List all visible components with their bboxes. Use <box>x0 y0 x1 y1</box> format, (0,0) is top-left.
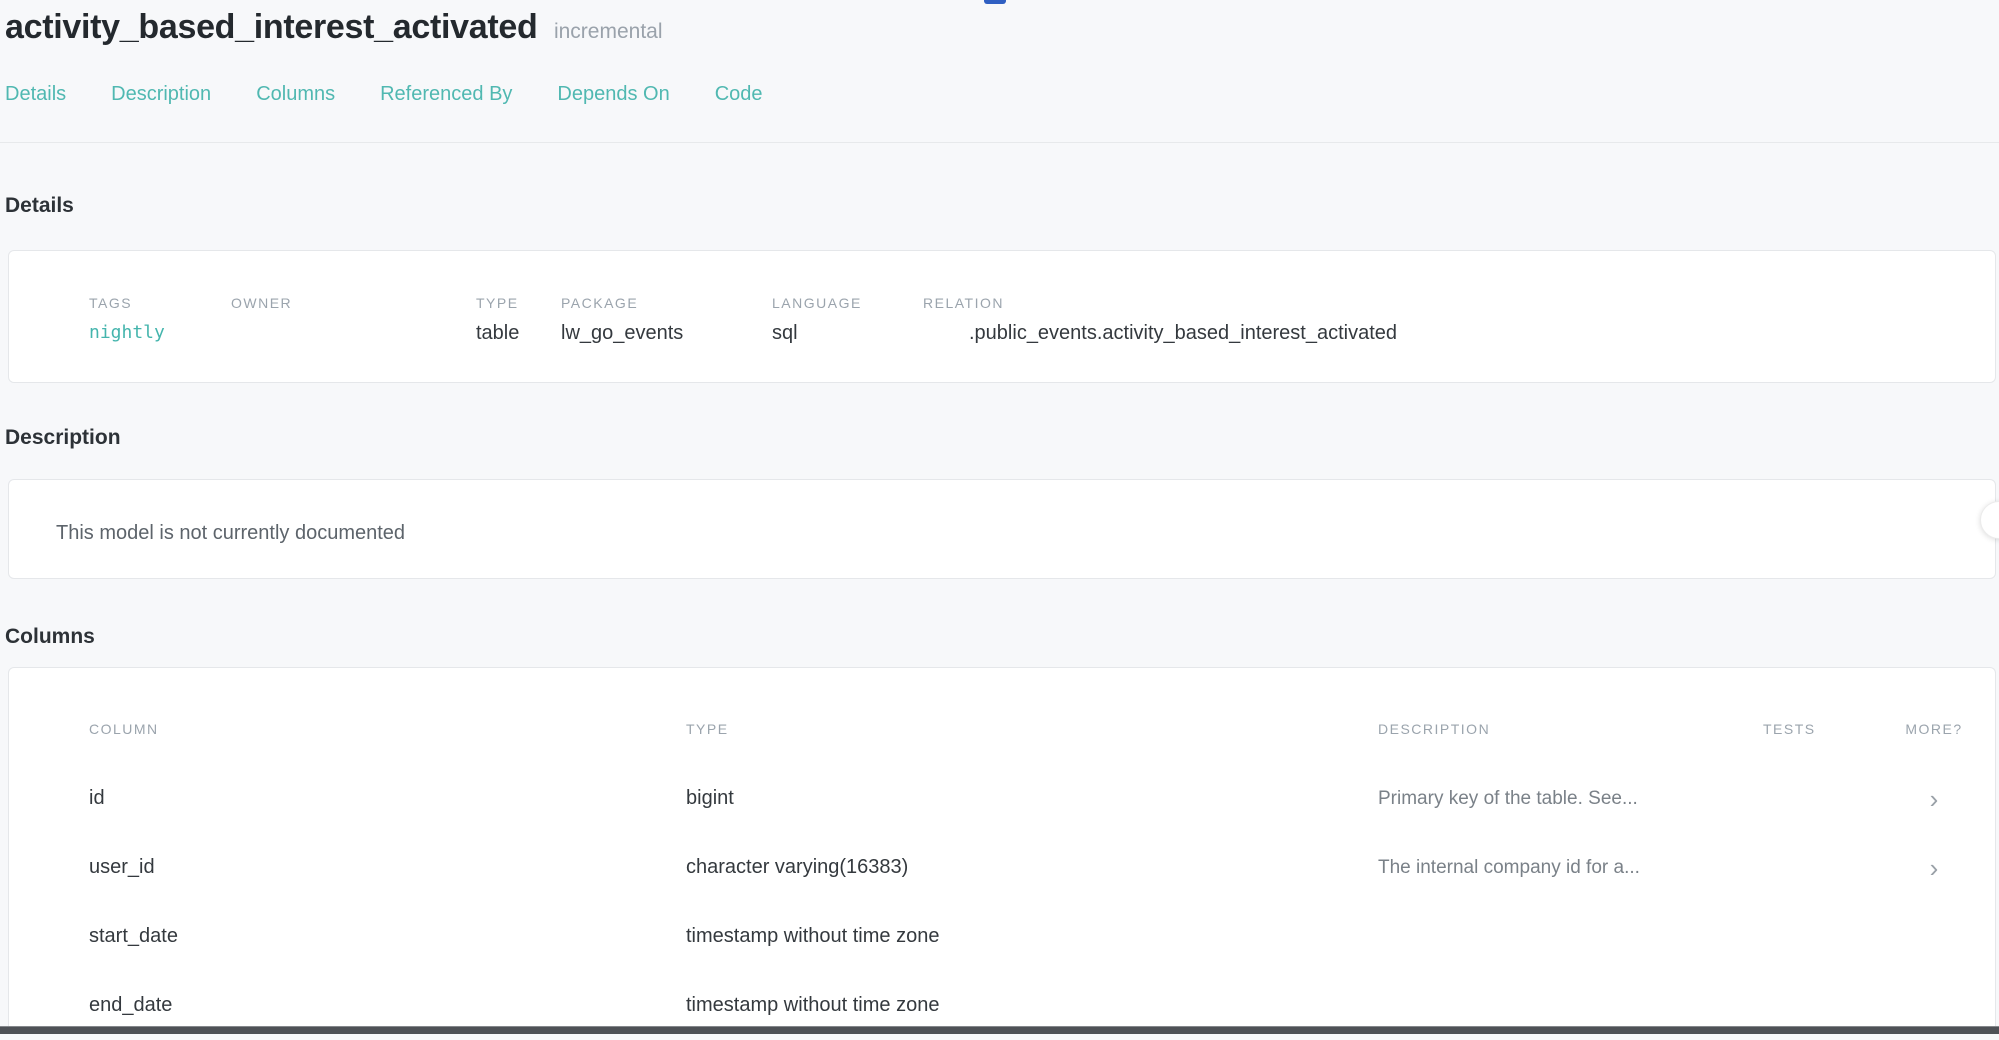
field-relation: RELATION .public_events.activity_based_i… <box>923 295 1995 345</box>
field-package: PACKAGE lw_go_events <box>561 295 772 345</box>
cell-column-name: user_id <box>89 856 686 879</box>
header-column: COLUMN <box>89 721 686 737</box>
chevron-right-icon[interactable]: › <box>1889 858 1979 878</box>
details-fields: TAGS nightly OWNER TYPE table PACKAGE lw… <box>9 251 1995 345</box>
table-row-user-id[interactable]: user_id character varying(16383) The int… <box>89 833 1995 902</box>
details-card: TAGS nightly OWNER TYPE table PACKAGE lw… <box>8 250 1996 383</box>
tab-description[interactable]: Description <box>111 83 211 106</box>
type-label: TYPE <box>476 295 561 311</box>
package-label: PACKAGE <box>561 295 772 311</box>
description-card: This model is not currently documented <box>8 479 1996 579</box>
language-label: LANGUAGE <box>772 295 923 311</box>
table-row-start-date[interactable]: start_date timestamp without time zone <box>89 902 1995 971</box>
cell-column-type: timestamp without time zone <box>686 925 1378 948</box>
tab-depends-on[interactable]: Depends On <box>557 83 669 106</box>
columns-table-header: COLUMN TYPE DESCRIPTION TESTS MORE? <box>89 720 1995 737</box>
tags-label: TAGS <box>89 295 231 311</box>
type-value: table <box>476 322 561 345</box>
tag-nightly[interactable]: nightly <box>89 322 231 343</box>
package-value: lw_go_events <box>561 322 772 345</box>
cell-column-type: character varying(16383) <box>686 856 1378 879</box>
field-owner: OWNER <box>231 295 476 345</box>
cell-column-type: bigint <box>686 787 1378 810</box>
header-description: DESCRIPTION <box>1378 721 1763 737</box>
relation-value: .public_events.activity_based_interest_a… <box>969 322 1995 345</box>
details-section-title: Details <box>5 194 74 218</box>
tab-details[interactable]: Details <box>5 83 66 106</box>
cell-column-name: start_date <box>89 925 686 948</box>
field-language: LANGUAGE sql <box>772 295 923 345</box>
description-text: This model is not currently documented <box>9 480 1995 545</box>
owner-label: OWNER <box>231 295 476 311</box>
relation-label: RELATION <box>923 295 1995 311</box>
tab-columns[interactable]: Columns <box>256 83 335 106</box>
cell-column-name: id <box>89 787 686 810</box>
field-type: TYPE table <box>476 295 561 345</box>
description-section-title: Description <box>5 426 121 450</box>
cell-column-description: The internal company id for a... <box>1378 857 1763 879</box>
bottom-edge-bar <box>0 1026 1999 1034</box>
columns-card: COLUMN TYPE DESCRIPTION TESTS MORE? id b… <box>8 667 1996 1034</box>
chevron-right-icon[interactable]: › <box>1889 789 1979 809</box>
columns-table-body: id bigint Primary key of the table. See.… <box>89 764 1995 1040</box>
field-tags: TAGS nightly <box>89 295 231 345</box>
header-type: TYPE <box>686 721 1378 737</box>
language-value: sql <box>772 322 923 345</box>
cell-column-description: Primary key of the table. See... <box>1378 788 1763 810</box>
header-more: MORE? <box>1889 721 1979 737</box>
top-clipped-element <box>984 0 1006 4</box>
section-tabs: Details Description Columns Referenced B… <box>5 83 763 106</box>
cell-column-name: end_date <box>89 994 686 1017</box>
materialization-badge: incremental <box>554 20 663 43</box>
header-tests: TESTS <box>1763 721 1889 737</box>
model-title: activity_based_interest_activated <box>5 8 538 46</box>
tab-code[interactable]: Code <box>715 83 763 106</box>
header-divider <box>0 142 1999 143</box>
page-header: activity_based_interest_activated increm… <box>5 8 663 47</box>
columns-table: COLUMN TYPE DESCRIPTION TESTS MORE? id b… <box>9 668 1995 1040</box>
cell-column-type: timestamp without time zone <box>686 994 1378 1017</box>
table-row-id[interactable]: id bigint Primary key of the table. See.… <box>89 764 1995 833</box>
columns-section-title: Columns <box>5 625 95 649</box>
tab-referenced-by[interactable]: Referenced By <box>380 83 512 106</box>
